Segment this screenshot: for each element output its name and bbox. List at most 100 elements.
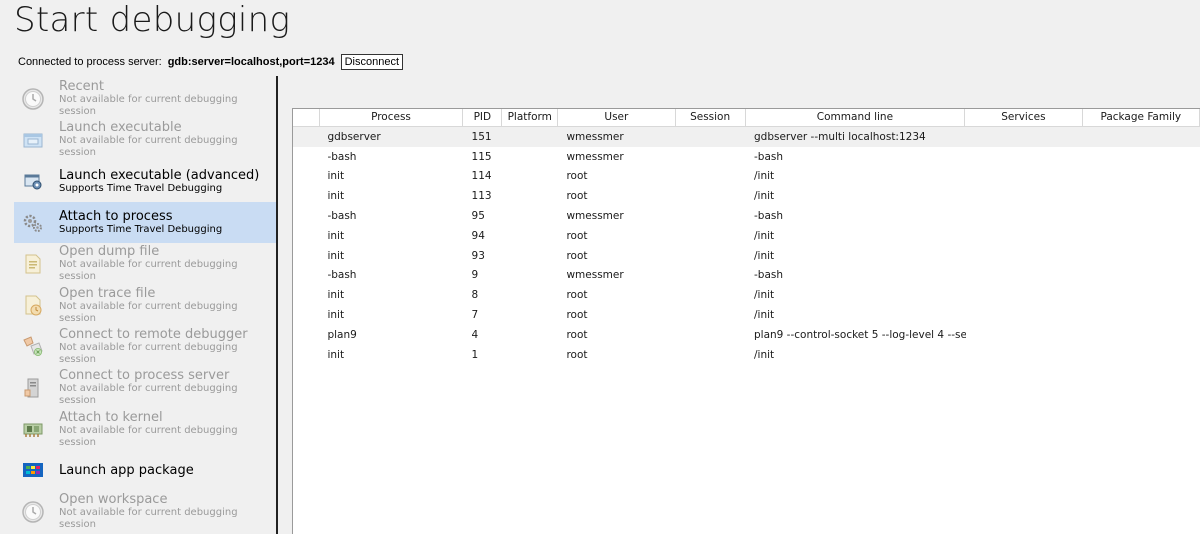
cell-pid: 114: [471, 170, 492, 183]
cell-user: root: [566, 328, 588, 341]
cell-pid: 9: [471, 269, 479, 282]
table-row[interactable]: -bash 9 wmessmer -bash: [293, 266, 1200, 286]
cell-pid: 95: [471, 210, 485, 223]
cell-command-line: plan9 --control-socket 5 --log-level 4 -…: [753, 328, 966, 341]
sidebar-item-subtitle: Not available for current debugging sess…: [59, 424, 238, 448]
table-body: gdbserver 151 wmessmer gdbserver --multi lo…: [293, 127, 1200, 365]
table-row[interactable]: init 114 root/init: [293, 167, 1200, 187]
sidebar-item-title: Launch executable: [59, 120, 182, 136]
sidebar-item-title: Attach to process: [59, 209, 173, 225]
table-row[interactable]: -bash 95 wmessmer -bash: [293, 206, 1200, 226]
cell-process: init: [327, 309, 345, 322]
table-row[interactable]: init 113 root/init: [293, 186, 1200, 206]
gears-icon: [20, 210, 46, 236]
sidebar-item-title: Open workspace: [59, 492, 168, 508]
sidebar-divider: [276, 76, 278, 534]
cell-process: -bash: [327, 269, 357, 282]
sidebar-item-title: Connect to process server: [59, 368, 230, 384]
column-header-package-family[interactable]: Package Family: [1083, 109, 1200, 126]
connection-label: Connected to process server:: [18, 56, 162, 68]
sidebar-item-title: Open dump file: [59, 244, 160, 260]
cell-pid: 113: [471, 190, 492, 203]
cell-command-line: /init: [753, 249, 775, 262]
column-header-process[interactable]: Process: [320, 109, 464, 126]
cell-user: wmessmer: [566, 130, 624, 143]
cell-command-line: /init: [753, 190, 775, 203]
sidebar-item-subtitle: Not available for current debugging sess…: [59, 341, 238, 365]
table-row[interactable]: plan9 4 root plan9 --control-socket 5 --log…: [293, 325, 1200, 345]
column-header-pid[interactable]: PID: [463, 109, 503, 126]
sidebar-item-attach-to-kernel[interactable]: Attach to kernel Not available for curre…: [14, 408, 276, 449]
cell-pid: 4: [471, 328, 479, 341]
cell-command-line: /init: [753, 348, 775, 361]
cell-process: init: [327, 229, 345, 242]
column-header-blank: [293, 109, 320, 126]
cell-process: init: [327, 170, 345, 183]
column-header-command-line[interactable]: Command line: [746, 109, 966, 126]
cell-user: root: [566, 289, 588, 302]
sidebar-item-subtitle: Not available for current debugging sess…: [59, 94, 238, 118]
sidebar-item-connect-process-server[interactable]: Connect to process server Not available …: [14, 367, 276, 408]
cell-user: root: [566, 170, 588, 183]
sidebar-item-launch-app-package[interactable]: Launch app package: [14, 450, 276, 491]
cell-command-line: /init: [753, 170, 775, 183]
column-header-session[interactable]: Session: [676, 109, 746, 126]
sidebar-item-title: Open trace file: [59, 285, 156, 301]
page-title: Start debugging: [14, 0, 291, 40]
cell-pid: 8: [471, 289, 479, 302]
sidebar-item-open-workspace[interactable]: Open workspace Not available for current…: [14, 491, 276, 532]
cell-command-line: /init: [753, 229, 775, 242]
sidebar-item-connect-remote-debugger[interactable]: Connect to remote debugger Not available…: [14, 326, 276, 367]
sidebar-item-subtitle: Not available for current debugging sess…: [59, 507, 238, 531]
table-row[interactable]: -bash 115 wmessmer -bash: [293, 147, 1200, 167]
disconnect-button[interactable]: Disconnect: [340, 54, 404, 70]
cell-command-line: /init: [753, 309, 775, 322]
cell-process: init: [327, 190, 345, 203]
table-row[interactable]: init 94 root/init: [293, 226, 1200, 246]
table-row[interactable]: init 7 root/init: [293, 305, 1200, 325]
sidebar-item-recent[interactable]: Recent Not available for current debuggi…: [14, 78, 276, 119]
cell-pid: 151: [471, 130, 492, 143]
app-package-icon: [20, 457, 46, 483]
cell-pid: 1: [471, 348, 479, 361]
dump-file-icon: [20, 251, 46, 277]
column-header-services[interactable]: Services: [965, 109, 1083, 126]
sidebar-item-title: Attach to kernel: [59, 409, 163, 425]
cell-process: plan9: [327, 328, 357, 341]
sidebar-item-launch-executable-advanced[interactable]: Launch executable (advanced) Supports Ti…: [14, 161, 276, 202]
workspace-clock-icon: [20, 499, 46, 525]
table-row[interactable]: init 8 root/init: [293, 285, 1200, 305]
cell-pid: 115: [471, 150, 492, 163]
sidebar-item-open-trace-file[interactable]: Open trace file Not available for curren…: [14, 284, 276, 325]
sidebar-item-open-dump-file[interactable]: Open dump file Not available for current…: [14, 243, 276, 284]
process-table: Process PID Platform User Session Comman…: [292, 108, 1200, 534]
table-row[interactable]: init 93 root/init: [293, 246, 1200, 266]
cell-user: root: [566, 190, 588, 203]
column-header-platform[interactable]: Platform: [502, 109, 559, 126]
cell-user: root: [566, 249, 588, 262]
cell-command-line: -bash: [753, 210, 783, 223]
sidebar-item-subtitle: Not available for current debugging sess…: [59, 383, 238, 407]
table-row[interactable]: init 1 root/init: [293, 345, 1200, 365]
cell-pid: 7: [471, 309, 479, 322]
cell-user: wmessmer: [566, 150, 624, 163]
cell-command-line: -bash: [753, 150, 783, 163]
trace-file-icon: [20, 292, 46, 318]
sidebar-item-subtitle: Supports Time Travel Debugging: [59, 224, 223, 236]
cell-process: init: [327, 348, 345, 361]
executable-window-icon: [20, 127, 46, 153]
cell-user: root: [566, 309, 588, 322]
sidebar-item-title: Launch app package: [59, 462, 194, 478]
kernel-chip-icon: [20, 416, 46, 442]
sidebar-item-title: Recent: [59, 79, 104, 95]
sidebar-item-launch-executable[interactable]: Launch executable Not available for curr…: [14, 119, 276, 160]
remote-debugger-icon: [20, 333, 46, 359]
column-header-user[interactable]: User: [558, 109, 676, 126]
cell-command-line: -bash: [753, 269, 783, 282]
table-header: Process PID Platform User Session Comman…: [293, 109, 1200, 127]
sidebar-item-subtitle: Not available for current debugging sess…: [59, 135, 238, 159]
executable-advanced-icon: [20, 168, 46, 194]
cell-user: wmessmer: [566, 210, 624, 223]
table-row[interactable]: gdbserver 151 wmessmer gdbserver --multi lo…: [293, 127, 1200, 147]
sidebar-item-attach-to-process[interactable]: Attach to process Supports Time Travel D…: [14, 201, 276, 244]
